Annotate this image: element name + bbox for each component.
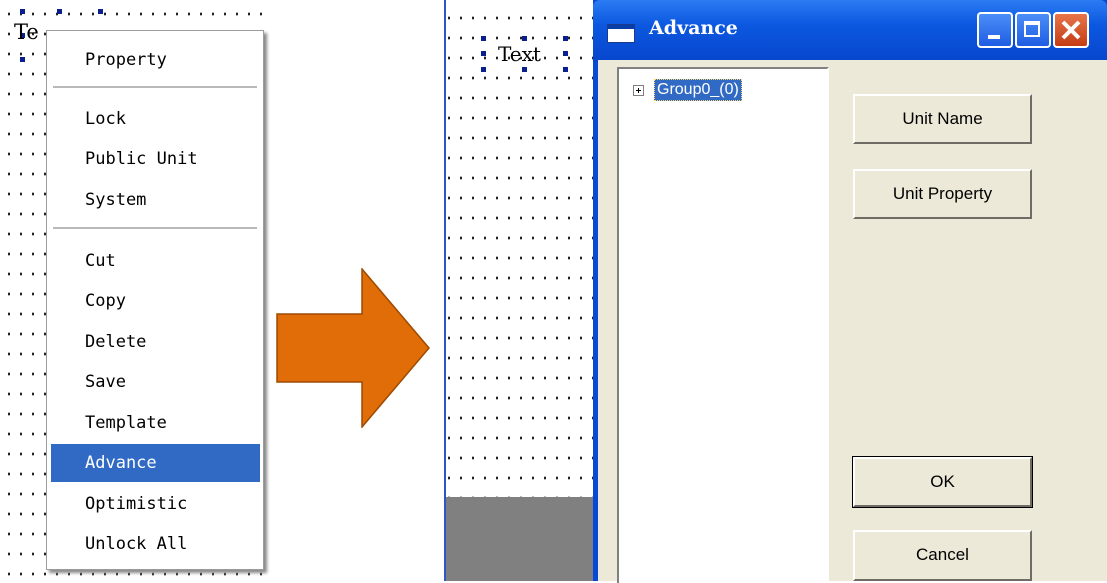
window-icon	[607, 24, 635, 43]
selection-handle[interactable]	[522, 67, 527, 72]
selection-handle[interactable]	[563, 51, 568, 56]
menu-item-template[interactable]: Template	[51, 404, 260, 442]
ok-button[interactable]: OK	[852, 456, 1033, 508]
menu-item-delete[interactable]: Delete	[51, 323, 260, 361]
minimize-icon[interactable]	[977, 12, 1013, 48]
menu-item-unlock-all[interactable]: Unlock All	[51, 525, 260, 563]
selection-handle[interactable]	[20, 57, 25, 62]
advance-dialog: Advance Group0_(0) Unit Name Unit Proper…	[593, 0, 1107, 583]
selection-handle[interactable]	[57, 9, 62, 14]
dialog-titlebar[interactable]: Advance	[593, 0, 1107, 62]
selection-handle[interactable]	[481, 36, 486, 41]
dialog-client-area: Group0_(0) Unit Name Unit Property OK Ca…	[598, 60, 1107, 583]
cancel-button[interactable]: Cancel	[853, 530, 1032, 581]
canvas-gray-area	[446, 497, 611, 581]
menu-item-copy[interactable]: Copy	[51, 282, 260, 320]
menu-separator	[53, 227, 257, 229]
dialog-title: Advance	[649, 17, 738, 39]
menu-item-property[interactable]: Property	[51, 41, 260, 79]
selection-handle[interactable]	[20, 9, 25, 14]
menu-item-advance[interactable]: Advance	[51, 444, 260, 482]
group-tree-view[interactable]: Group0_(0)	[617, 67, 829, 583]
menu-item-optimistic[interactable]: Optimistic	[51, 485, 260, 523]
menu-separator	[53, 86, 257, 88]
selection-handle[interactable]	[98, 9, 103, 14]
selection-handle[interactable]	[563, 36, 568, 41]
tree-item-group0[interactable]: Group0_(0)	[654, 79, 742, 101]
selection-handle[interactable]	[481, 67, 486, 72]
context-menu: Property Lock Public Unit System Cut Cop…	[46, 30, 264, 570]
close-icon[interactable]	[1053, 12, 1089, 48]
unit-name-button[interactable]: Unit Name	[853, 94, 1032, 144]
menu-item-system[interactable]: System	[51, 181, 260, 219]
text-element[interactable]: Text	[498, 42, 541, 66]
unit-property-button[interactable]: Unit Property	[853, 169, 1032, 219]
maximize-icon[interactable]	[1015, 12, 1051, 48]
selection-handle[interactable]	[563, 67, 568, 72]
design-canvas-right[interactable]	[446, 0, 611, 497]
selection-handle[interactable]	[522, 36, 527, 41]
right-arrow-icon	[276, 268, 430, 428]
menu-item-lock[interactable]: Lock	[51, 100, 260, 138]
plus-box-icon[interactable]	[633, 85, 644, 96]
menu-item-public-unit[interactable]: Public Unit	[51, 140, 260, 178]
menu-item-cut[interactable]: Cut	[51, 242, 260, 280]
text-element[interactable]: Te	[14, 20, 39, 44]
selection-handle[interactable]	[481, 51, 486, 56]
menu-item-save[interactable]: Save	[51, 363, 260, 401]
